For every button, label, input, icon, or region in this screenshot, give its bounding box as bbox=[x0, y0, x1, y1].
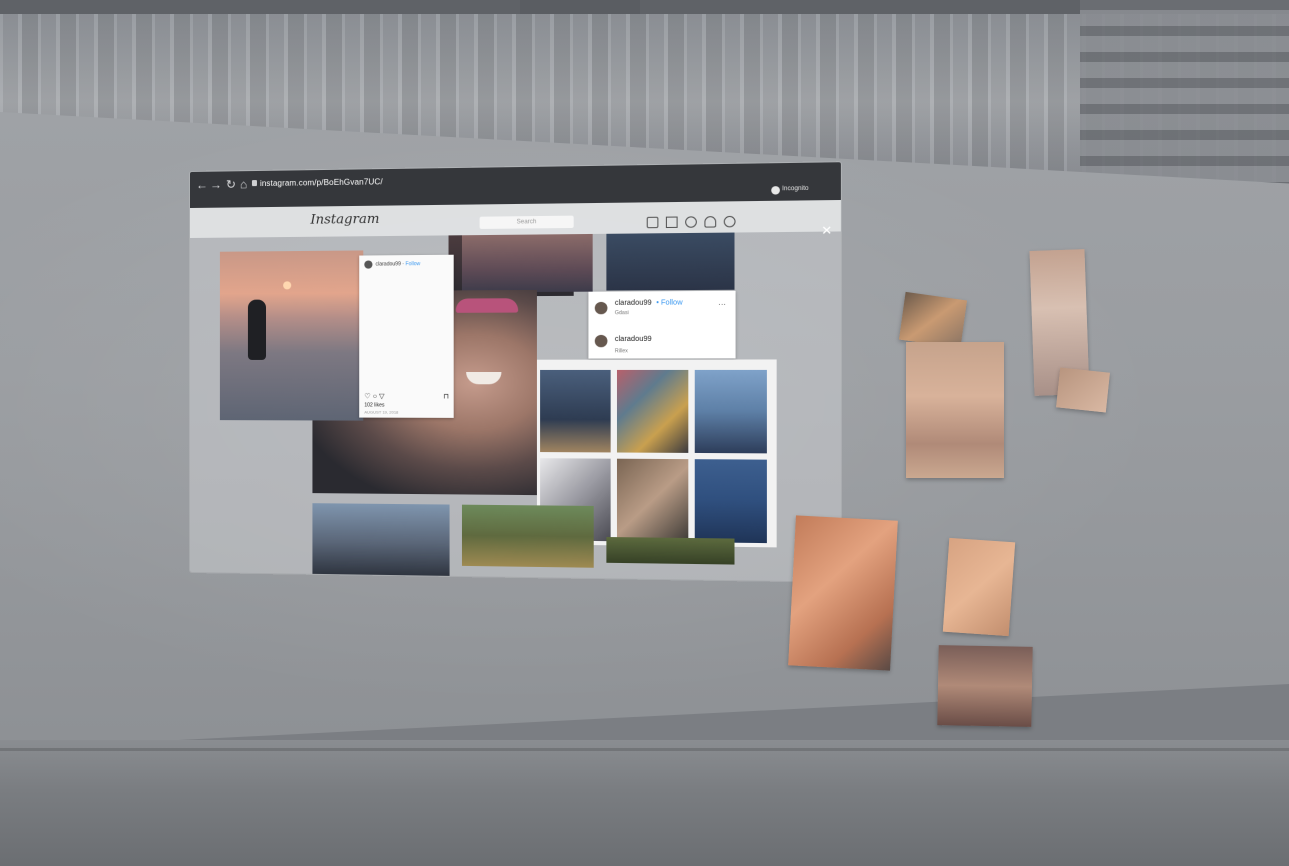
swimmer-silhouette bbox=[248, 300, 266, 360]
follow-link[interactable]: Follow bbox=[405, 261, 420, 267]
follow-link[interactable]: • Follow bbox=[656, 299, 682, 306]
forward-icon[interactable]: → bbox=[210, 178, 222, 192]
floating-print[interactable] bbox=[899, 292, 967, 348]
lock-icon bbox=[252, 180, 257, 186]
caption-text: Rillex bbox=[615, 348, 628, 354]
profile-icon[interactable] bbox=[724, 216, 736, 228]
search-placeholder: Search bbox=[517, 219, 537, 225]
post-action-icons[interactable]: ♡ ○ ▽ bbox=[364, 392, 384, 400]
filter-icon[interactable] bbox=[666, 217, 678, 229]
post-card[interactable]: claradou99 · Follow ♡ ○ ▽ ⊓ 102 likes AU… bbox=[359, 255, 453, 418]
post-photo[interactable] bbox=[606, 233, 734, 291]
bookmark-icon[interactable]: ⊓ bbox=[443, 392, 449, 400]
post-photo[interactable] bbox=[462, 234, 593, 292]
likes-count: 102 likes bbox=[364, 402, 384, 408]
sunset-photo[interactable] bbox=[220, 250, 363, 420]
incognito-label: Incognito bbox=[782, 186, 808, 193]
sun bbox=[283, 281, 291, 289]
card-username[interactable]: claradou99 · Follow bbox=[376, 261, 421, 267]
avatar[interactable] bbox=[595, 335, 608, 347]
mountain-photo[interactable] bbox=[312, 503, 449, 576]
reload-icon[interactable]: ↻ bbox=[226, 177, 236, 191]
post-photo[interactable] bbox=[606, 537, 734, 565]
floating-browser-window[interactable]: ← → ↻ ⌂ instagram.com/p/BoEhGvan7UC/ Inc… bbox=[190, 162, 841, 582]
roof-corner-structure bbox=[1080, 0, 1289, 185]
comment-card[interactable]: claradou99 • Follow Gdasi ··· claradou99… bbox=[588, 291, 735, 359]
address-bar[interactable]: instagram.com/p/BoEhGvan7UC/ bbox=[260, 177, 383, 188]
floating-print[interactable] bbox=[1056, 367, 1110, 412]
grid-photo[interactable] bbox=[695, 370, 767, 453]
floating-print[interactable] bbox=[937, 645, 1032, 727]
grid-photo[interactable] bbox=[540, 370, 611, 453]
incognito-icon bbox=[771, 186, 780, 194]
grid-photo[interactable] bbox=[617, 459, 688, 542]
post-location[interactable]: Gdasi bbox=[615, 310, 629, 316]
floating-print[interactable] bbox=[943, 538, 1015, 636]
comment-username[interactable]: claradou99 bbox=[615, 300, 652, 307]
heart-icon[interactable] bbox=[704, 216, 716, 228]
more-options-icon[interactable]: ··· bbox=[718, 301, 726, 308]
smile bbox=[466, 372, 501, 384]
floating-print[interactable] bbox=[906, 342, 1004, 478]
home-icon[interactable] bbox=[647, 217, 659, 229]
floating-print[interactable] bbox=[788, 515, 898, 670]
back-icon[interactable]: ← bbox=[196, 178, 208, 192]
instagram-logo[interactable]: Instagram bbox=[310, 212, 379, 228]
close-icon[interactable]: ✕ bbox=[821, 223, 832, 238]
gallery-floor bbox=[0, 740, 1289, 866]
grid-photo[interactable] bbox=[695, 459, 767, 543]
search-input[interactable]: Search bbox=[480, 216, 574, 229]
caption-username[interactable]: claradou99 bbox=[615, 336, 652, 343]
post-date: AUGUST 19, 2018 bbox=[364, 409, 398, 414]
headband bbox=[456, 298, 518, 313]
home-icon[interactable]: ⌂ bbox=[240, 177, 247, 191]
avatar[interactable] bbox=[364, 260, 372, 268]
compass-icon[interactable] bbox=[685, 216, 697, 228]
avatar[interactable] bbox=[595, 302, 608, 314]
roof-truss bbox=[520, 0, 640, 54]
floor-edge bbox=[0, 748, 1289, 751]
grid-photo[interactable] bbox=[617, 370, 688, 453]
steps-photo[interactable] bbox=[462, 505, 594, 568]
